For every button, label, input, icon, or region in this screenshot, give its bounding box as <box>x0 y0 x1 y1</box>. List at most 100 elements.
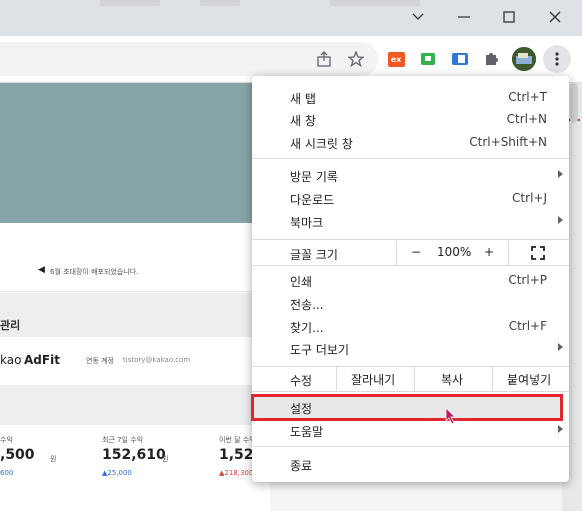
address-bar[interactable] <box>0 42 378 76</box>
copy-button[interactable]: 복사 <box>441 371 463 388</box>
zoom-divider <box>396 241 397 265</box>
menu-label: 전송... <box>290 298 324 312</box>
zoom-out-button[interactable]: − <box>411 245 421 259</box>
stat-value: 152,610 <box>102 447 166 463</box>
share-icon <box>317 51 331 67</box>
share-button[interactable] <box>314 49 334 69</box>
menu-label: 새 창 <box>290 114 316 128</box>
submenu-arrow-icon <box>558 216 563 224</box>
cut-button[interactable]: 잘라내기 <box>351 371 395 388</box>
star-icon <box>348 51 364 67</box>
stat-delta: 600 <box>0 469 14 477</box>
extension-ex-button[interactable]: ex <box>386 49 406 69</box>
notice-text[interactable]: 6월 초대장이 배포되었습니다. <box>50 267 138 277</box>
account-email: tistory@kakao.com <box>123 356 191 364</box>
brand-prefix: kao <box>0 353 22 367</box>
extension-green-button[interactable] <box>418 49 438 69</box>
section-header: 관리 <box>0 293 270 337</box>
menu-item-zoom: 글꼴 크기 − 100% + <box>252 241 569 265</box>
menu-item-new-window[interactable]: 새 창 Ctrl+N <box>252 109 569 131</box>
menu-divider <box>252 158 569 159</box>
menu-label: 다운로드 <box>290 193 335 207</box>
edit-divider <box>492 367 493 391</box>
stat-label: 이번 달 수익 <box>219 436 256 444</box>
chrome-main-menu: 새 탭 Ctrl+T 새 창 Ctrl+N 새 시크릿 창 Ctrl+Shift… <box>251 76 569 482</box>
menu-item-help[interactable]: 도움말 <box>252 420 569 442</box>
menu-divider <box>252 239 569 240</box>
menu-item-find[interactable]: 찾기... Ctrl+F <box>252 316 569 338</box>
menu-shortcut: Ctrl+F <box>508 319 547 333</box>
menu-label: 새 탭 <box>290 92 316 106</box>
bookmark-star-button[interactable] <box>346 49 366 69</box>
menu-divider <box>252 265 569 266</box>
stat-unit: 원 <box>162 455 169 463</box>
tab-search-button[interactable] <box>404 6 432 28</box>
tab-strip-faint <box>100 0 160 6</box>
section-title: 관리 <box>0 319 21 332</box>
adfit-card: kao AdFit 연동 계정 tistory@kakao.com <box>0 337 270 385</box>
submenu-arrow-icon <box>558 170 563 178</box>
chevron-down-icon <box>412 13 424 20</box>
menu-label: 북마크 <box>290 216 324 230</box>
menu-shortcut: Ctrl+J <box>512 191 547 205</box>
chrome-menu-button[interactable] <box>543 45 571 73</box>
extension-blue-button[interactable] <box>450 49 470 69</box>
menu-item-more-tools[interactable]: 도구 더보기 <box>252 338 569 360</box>
stat-delta: ▲25,000 <box>102 469 132 477</box>
menu-item-history[interactable]: 방문 기록 <box>252 165 569 187</box>
menu-item-print[interactable]: 인쇄 Ctrl+P <box>252 270 569 292</box>
menu-shortcut: Ctrl+P <box>508 273 547 287</box>
stat-label: 최근 7일 수익 <box>102 436 144 444</box>
menu-item-downloads[interactable]: 다운로드 Ctrl+J <box>252 188 569 210</box>
stat-unit: 원 <box>50 455 57 463</box>
submenu-arrow-icon <box>558 425 563 433</box>
menu-label: 새 시크릿 창 <box>290 137 353 151</box>
stat-delta: ▲218,300 <box>219 469 254 477</box>
maximize-button[interactable] <box>495 6 523 28</box>
stats-card: 수익 ,500 원 600 최근 7일 수익 152,610 원 ▲25,000… <box>0 425 270 505</box>
menu-divider <box>252 391 569 392</box>
tab-strip-faint <box>200 0 240 6</box>
menu-item-edit: 수정 잘라내기 복사 붙여넣기 <box>252 367 569 391</box>
menu-item-new-tab[interactable]: 새 탭 Ctrl+T <box>252 87 569 109</box>
puzzle-icon <box>486 53 498 65</box>
zoom-divider <box>508 241 509 265</box>
avatar <box>512 47 536 71</box>
menu-shortcut: Ctrl+N <box>506 112 547 126</box>
menu-item-bookmarks[interactable]: 북마크 <box>252 211 569 233</box>
spacer-band <box>0 385 270 425</box>
fullscreen-button[interactable] <box>531 246 545 263</box>
profile-avatar-button[interactable] <box>512 47 536 71</box>
menu-item-incognito[interactable]: 새 시크릿 창 Ctrl+Shift+N <box>252 132 569 154</box>
stat-value: ,500 <box>0 447 35 463</box>
menu-label: 종료 <box>290 459 313 473</box>
menu-label: 수정 <box>290 374 313 388</box>
menu-item-exit[interactable]: 종료 <box>252 454 569 476</box>
extension-green-icon <box>421 53 435 65</box>
notice-bar: ◀ 6월 초대장이 배포되었습니다. <box>0 251 270 292</box>
close-window-button[interactable] <box>541 6 569 28</box>
maximize-icon <box>503 11 515 23</box>
stat-label: 수익 <box>0 436 13 444</box>
menu-shortcut: Ctrl+Shift+N <box>469 135 547 149</box>
menu-item-cast[interactable]: 전송... <box>252 293 569 315</box>
brand-name: AdFit <box>24 353 60 367</box>
edit-divider <box>414 367 415 391</box>
menu-shortcut: Ctrl+T <box>508 90 547 104</box>
extensions-button[interactable] <box>481 49 501 69</box>
menu-divider <box>252 446 569 447</box>
dashboard-panel: ◀ 6월 초대장이 배포되었습니다. 관리 kao AdFit 연동 계정 ti… <box>0 223 270 511</box>
zoom-in-button[interactable]: + <box>484 245 494 259</box>
menu-label: 인쇄 <box>290 275 313 289</box>
menu-label: 도움말 <box>290 425 324 439</box>
fullscreen-icon <box>531 246 545 260</box>
menu-label: 방문 기록 <box>290 170 338 184</box>
edit-divider <box>336 367 337 391</box>
title-bar <box>0 0 582 36</box>
paste-button[interactable]: 붙여넣기 <box>507 371 551 388</box>
minimize-button[interactable] <box>450 6 478 28</box>
menu-label: 도구 더보기 <box>290 343 350 357</box>
scrollbar-thumb[interactable] <box>570 83 578 123</box>
account-label: 연동 계정 <box>86 357 114 365</box>
close-icon <box>549 11 561 23</box>
